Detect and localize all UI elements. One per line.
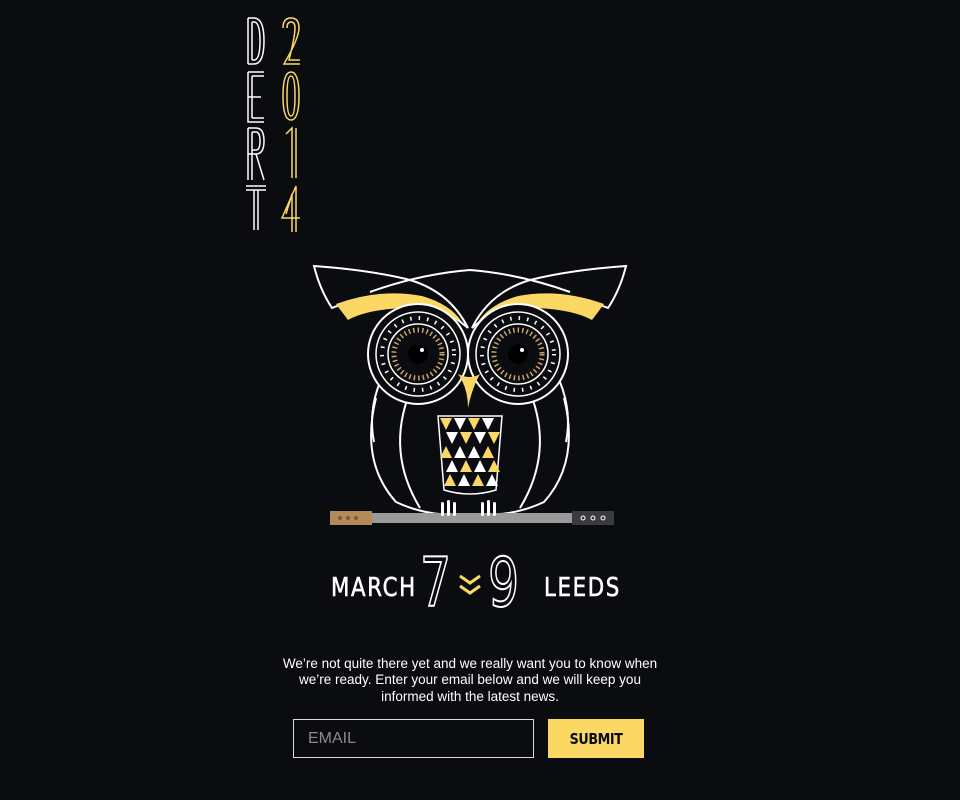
event-start-day: 7 xyxy=(419,544,452,623)
coming-soon-message: We’re not quite there yet and we really … xyxy=(282,655,658,704)
landing-page: MARCH 7 9 LEEDS We’re not quite there ye… xyxy=(0,0,960,800)
owl-right-eye xyxy=(467,303,569,405)
email-input[interactable] xyxy=(293,719,534,758)
guitar-neck xyxy=(330,511,614,525)
owl-chest-pattern xyxy=(437,415,503,495)
dert-2014-logo xyxy=(246,17,300,232)
submit-button-label: SUBMIT xyxy=(569,729,623,748)
owl-on-guitar-neck-illustration xyxy=(312,264,628,525)
owl-left-eye xyxy=(367,303,469,405)
event-city: LEEDS xyxy=(544,573,621,604)
event-end-day: 9 xyxy=(487,544,520,623)
submit-button[interactable]: SUBMIT xyxy=(548,719,644,758)
event-dateline: MARCH 7 9 LEEDS xyxy=(0,544,960,624)
event-month: MARCH xyxy=(331,573,417,604)
owl-beak xyxy=(458,374,480,408)
owl-brows xyxy=(312,264,628,329)
double-chevron-icon xyxy=(459,574,481,595)
